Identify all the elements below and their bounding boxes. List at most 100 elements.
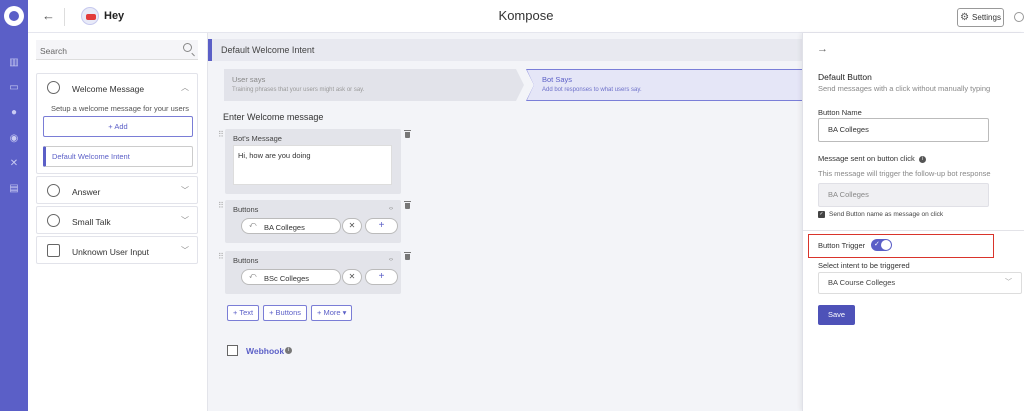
- integrations-icon[interactable]: ✕: [8, 158, 20, 170]
- add-buttons-button[interactable]: + Buttons: [263, 305, 307, 321]
- intent-item-default-welcome[interactable]: Default Welcome Intent: [43, 146, 193, 167]
- chevron-down-icon: ﹀: [1005, 279, 1012, 286]
- tab-user-says[interactable]: User says Training phrases that your use…: [224, 69, 524, 101]
- trash-icon[interactable]: [404, 130, 411, 138]
- step-desc: Add bot responses to what users say.: [542, 87, 642, 93]
- bot-message-input[interactable]: Hi, how are you doing: [233, 145, 392, 185]
- remove-button[interactable]: ✕: [342, 218, 362, 234]
- block-label: Buttons: [233, 256, 259, 265]
- hand-wave-icon: [47, 81, 60, 94]
- section-label: Welcome Message: [72, 84, 145, 94]
- message-help-text: This message will trigger the follow-up …: [818, 169, 991, 178]
- panel-title: Default Button: [818, 72, 872, 82]
- sidebar-section-unknown-input[interactable]: Unknown User Input ﹀: [36, 236, 198, 264]
- more-dropdown-button[interactable]: + More ▾: [311, 305, 353, 321]
- save-button[interactable]: Save: [818, 305, 855, 325]
- messages-icon[interactable]: ▭: [8, 82, 20, 94]
- send-name-label: Send Button name as message on click: [829, 211, 944, 218]
- sidebar-section-small-talk[interactable]: Small Talk ﹀: [36, 206, 198, 234]
- question-box-icon: [47, 244, 60, 257]
- section-label: Answer: [72, 187, 101, 197]
- info-icon[interactable]: i: [285, 347, 292, 354]
- add-intent-button[interactable]: + Add: [43, 116, 193, 137]
- code-icon[interactable]: ‹›: [389, 257, 393, 263]
- info-icon[interactable]: i: [918, 155, 926, 163]
- tab-bot-says[interactable]: Bot Says Add bot responses to what users…: [526, 69, 806, 101]
- close-panel-arrow-icon[interactable]: →: [817, 43, 828, 55]
- section-description: Setup a welcome message for your users: [51, 104, 189, 113]
- chevron-up-icon[interactable]: ︿: [181, 82, 189, 93]
- intent-select-value: BA Course Colleges: [828, 278, 896, 287]
- search-input[interactable]: Search: [36, 40, 198, 60]
- add-button[interactable]: +: [365, 218, 398, 234]
- chat-bubble-icon: [47, 214, 60, 227]
- divider: [803, 230, 1024, 231]
- help-icon[interactable]: [1014, 12, 1024, 22]
- panel-subtitle: Send messages with a click without manua…: [818, 84, 991, 93]
- search-placeholder: Search: [40, 46, 67, 56]
- sidebar-section-answer[interactable]: Answer ﹀: [36, 176, 198, 204]
- trash-icon[interactable]: [404, 252, 411, 260]
- users-icon[interactable]: ●: [8, 107, 20, 119]
- check-icon: ✓: [874, 241, 880, 248]
- button-name-input[interactable]: BA Colleges: [818, 118, 989, 142]
- add-response-row: + Text + Buttons + More ▾: [227, 305, 353, 321]
- button-trigger-toggle[interactable]: ✓: [871, 239, 892, 251]
- button-chip-label: BA Colleges: [264, 223, 305, 232]
- remove-button[interactable]: ✕: [342, 269, 362, 285]
- chevron-down-icon[interactable]: ﹀: [181, 215, 189, 226]
- drag-handle-icon[interactable]: ⠿: [218, 201, 224, 210]
- message-label-row: Message sent on button click i: [818, 154, 926, 163]
- drag-handle-icon[interactable]: ⠿: [218, 130, 224, 139]
- intent-title: Default Welcome Intent: [221, 45, 315, 55]
- button-chip[interactable]: ⤺ BSc Colleges: [241, 269, 341, 285]
- section-label: Small Talk: [72, 217, 111, 227]
- toggle-knob: [881, 240, 891, 250]
- intent-select-label: Select intent to be triggered: [818, 261, 910, 270]
- button-trigger-label: Button Trigger: [818, 241, 866, 250]
- chevron-down-icon[interactable]: ﹀: [181, 245, 189, 256]
- top-bar: ← Hey Kompose ⚙ Settings: [28, 0, 1024, 33]
- webhook-checkbox[interactable]: [227, 345, 238, 356]
- analytics-icon[interactable]: ▥: [8, 57, 20, 69]
- step-tabs: User says Training phrases that your use…: [224, 69, 806, 101]
- docs-icon[interactable]: ▤: [8, 183, 20, 195]
- step-title: Bot Says: [542, 75, 573, 84]
- logo-icon[interactable]: [4, 6, 24, 26]
- button-chip-label: BSc Colleges: [264, 274, 310, 283]
- intent-sidebar: Search Welcome Message ︿ Setup a welcome…: [28, 33, 208, 411]
- button-settings-panel: → Default Button Send messages with a cl…: [802, 33, 1024, 411]
- settings-label: Settings: [972, 13, 1001, 22]
- button-name-label: Button Name: [818, 108, 862, 117]
- link-icon: ⤺: [249, 273, 257, 280]
- bot-message-block: Bot's Message Hi, how are you doing: [225, 129, 401, 194]
- add-button[interactable]: +: [365, 269, 398, 285]
- buttons-block: Buttons ‹› ⤺ BSc Colleges ✕ +: [225, 251, 401, 294]
- button-chip[interactable]: ⤺ BA Colleges: [241, 218, 341, 234]
- app-title: Kompose: [498, 8, 554, 23]
- step-title: User says: [232, 75, 266, 84]
- answer-icon: [47, 184, 60, 197]
- link-icon: ⤺: [249, 222, 257, 229]
- section-label: Unknown User Input: [72, 247, 150, 257]
- bot-icon[interactable]: ◉: [8, 133, 20, 145]
- step-desc: Training phrases that your users might a…: [232, 87, 365, 93]
- intent-editor: Default Welcome Intent User says Trainin…: [208, 33, 806, 411]
- block-label: Buttons: [233, 205, 259, 214]
- settings-button[interactable]: ⚙ Settings: [957, 8, 1004, 27]
- intent-select[interactable]: BA Course Colleges ﹀: [818, 272, 1022, 294]
- gear-icon: ⚙: [960, 12, 970, 23]
- send-name-checkbox[interactable]: ✓: [818, 211, 825, 218]
- trash-icon[interactable]: [404, 201, 411, 209]
- intent-title-bar: Default Welcome Intent: [208, 39, 806, 61]
- drag-handle-icon[interactable]: ⠿: [218, 252, 224, 261]
- section-header-welcome[interactable]: Welcome Message ︿: [37, 74, 197, 102]
- code-icon[interactable]: ‹›: [389, 206, 393, 212]
- app-rail: ▥ ▭ ● ◉ ✕ ▤: [0, 0, 28, 411]
- section-title: Enter Welcome message: [223, 112, 324, 122]
- add-text-button[interactable]: + Text: [227, 305, 260, 321]
- chevron-down-icon[interactable]: ﹀: [181, 185, 189, 196]
- webhook-label: Webhook: [246, 346, 285, 356]
- block-label: Bot's Message: [233, 134, 282, 143]
- search-icon: [183, 43, 192, 52]
